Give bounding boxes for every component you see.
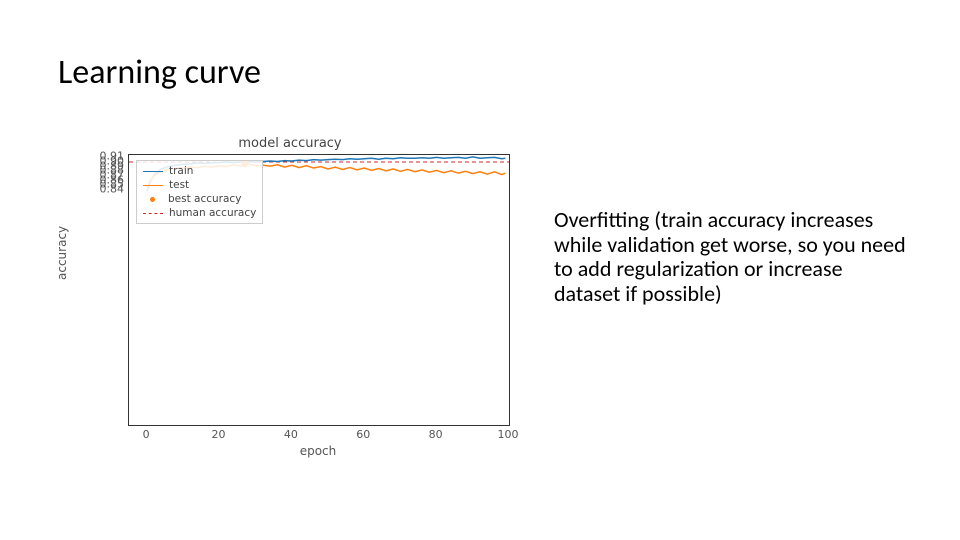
legend-human-swatch bbox=[143, 213, 163, 214]
legend-best: best accuracy bbox=[143, 192, 256, 206]
x-tick: 80 bbox=[429, 428, 443, 441]
legend-human: human accuracy bbox=[143, 206, 256, 220]
legend-test: test bbox=[143, 178, 256, 192]
legend-best-swatch bbox=[150, 197, 155, 202]
overfitting-explanation: Overfitting (train accuracy increases wh… bbox=[554, 208, 906, 307]
chart-title: model accuracy bbox=[50, 136, 530, 151]
legend: train test best accuracy human accuracy bbox=[136, 160, 263, 224]
x-tick: 20 bbox=[211, 428, 225, 441]
x-tick: 60 bbox=[356, 428, 370, 441]
x-axis-label: epoch bbox=[128, 444, 508, 458]
legend-test-label: test bbox=[169, 178, 189, 192]
x-tick: 40 bbox=[284, 428, 298, 441]
legend-train-label: train bbox=[169, 164, 193, 178]
x-tick: 0 bbox=[143, 428, 150, 441]
legend-human-label: human accuracy bbox=[169, 206, 256, 220]
slide-title: Learning curve bbox=[58, 52, 261, 93]
y-tick: 0.91 bbox=[84, 150, 124, 163]
accuracy-chart: model accuracy accuracy epoch train test… bbox=[50, 130, 530, 460]
legend-test-swatch bbox=[143, 185, 163, 186]
y-axis-label: accuracy bbox=[55, 226, 69, 280]
x-tick: 100 bbox=[498, 428, 519, 441]
slide: Learning curve model accuracy accuracy e… bbox=[0, 0, 960, 540]
legend-best-label: best accuracy bbox=[168, 192, 241, 206]
legend-train-swatch bbox=[143, 171, 163, 172]
legend-train: train bbox=[143, 164, 256, 178]
